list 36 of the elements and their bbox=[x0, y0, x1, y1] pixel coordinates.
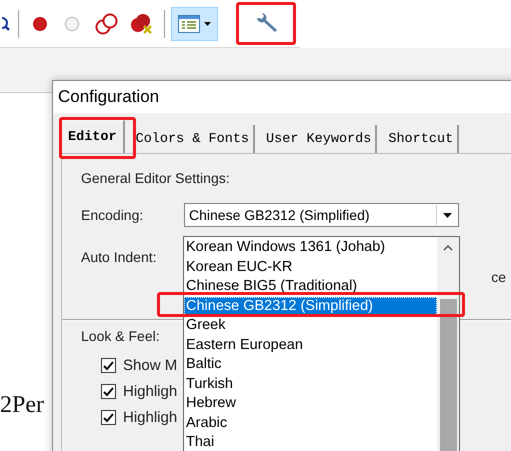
checkbox[interactable] bbox=[101, 358, 116, 373]
encoding-label: Encoding: bbox=[81, 207, 144, 223]
dialog-title: Configuration bbox=[53, 81, 511, 113]
breakpoint-icon[interactable] bbox=[32, 16, 48, 32]
list-item[interactable]: Hebrew bbox=[184, 394, 437, 414]
section-heading: General Editor Settings: bbox=[81, 170, 230, 186]
list-item[interactable]: Thai bbox=[184, 433, 437, 451]
option-label: ce bbox=[491, 269, 506, 285]
caret-icon bbox=[442, 212, 452, 218]
editor-text: 2Per bbox=[0, 392, 44, 419]
list-item[interactable]: Baltic bbox=[184, 355, 437, 374]
section-heading: Look & Feel: bbox=[81, 328, 160, 344]
scrollbar[interactable] bbox=[437, 237, 459, 451]
list-window-icon bbox=[178, 14, 200, 32]
checkbox-label: Show M bbox=[123, 357, 178, 374]
list-item[interactable]: Turkish bbox=[184, 374, 437, 394]
checkbox[interactable] bbox=[101, 384, 116, 399]
magnifier-icon[interactable] bbox=[2, 16, 10, 30]
chevron-up-icon[interactable] bbox=[443, 245, 453, 251]
encoding-dropdown[interactable]: Chinese GB2312 (Simplified) bbox=[184, 203, 459, 227]
double-circle-icon[interactable] bbox=[94, 12, 119, 34]
list-item[interactable]: Greek bbox=[184, 316, 437, 336]
caret-icon bbox=[204, 22, 211, 26]
list-item[interactable]: Eastern European bbox=[184, 336, 437, 355]
auto-indent-label: Auto Indent: bbox=[81, 249, 157, 265]
list-item[interactable]: Arabic bbox=[184, 414, 437, 433]
checkbox-label: Highligh bbox=[123, 409, 178, 426]
highlight-frame bbox=[236, 2, 296, 45]
view-menu-button[interactable] bbox=[170, 6, 218, 40]
clear-breakpoints-icon[interactable] bbox=[130, 12, 154, 34]
list-item[interactable]: Chinese GB2312 (Simplified) bbox=[184, 296, 437, 316]
list-item[interactable]: Korean Windows 1361 (Johab) bbox=[184, 238, 437, 258]
list-item[interactable]: Korean EUC-KR bbox=[184, 258, 437, 277]
checkbox[interactable] bbox=[101, 410, 116, 425]
checkbox-label: Highligh bbox=[123, 383, 178, 400]
tab[interactable]: Editor bbox=[61, 120, 125, 153]
